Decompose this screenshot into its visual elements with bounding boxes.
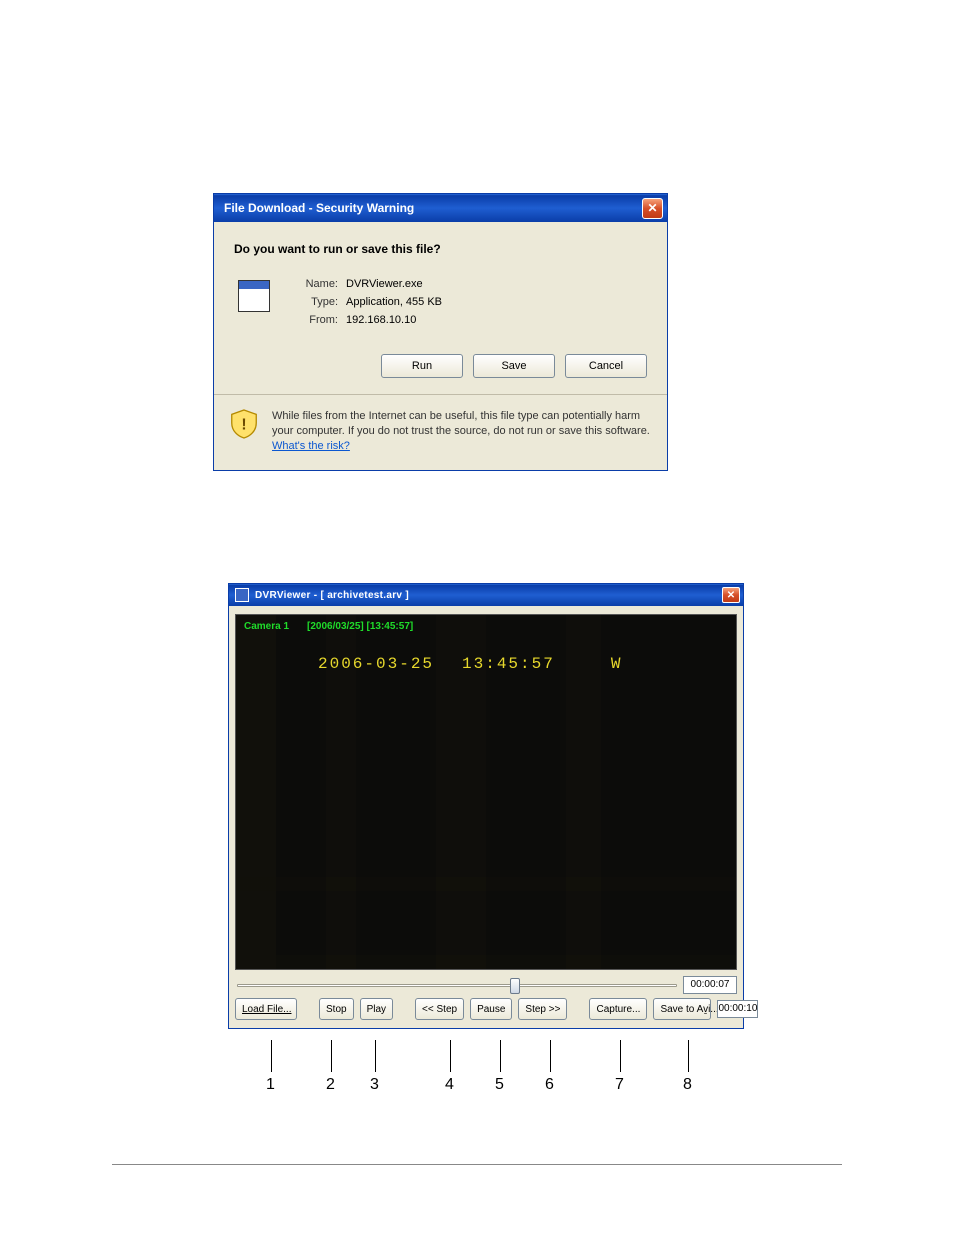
slider-thumb[interactable] [510,978,520,994]
osd-overlay: 2006-03-25 13:45:57 W [318,655,622,673]
file-download-dialog: File Download - Security Warning ✕ Do yo… [213,193,668,471]
save-button[interactable]: Save [473,354,555,378]
video-area: Camera 1 [2006/03/25] [13:45:57] 2006-03… [235,614,737,970]
close-button[interactable]: ✕ [722,587,740,603]
dialog-title: File Download - Security Warning [224,201,642,215]
viewer-title: DVRViewer - [ archivetest.arv ] [255,590,716,601]
step-back-button[interactable]: << Step [415,998,464,1020]
playback-slider[interactable] [235,976,679,994]
cancel-button[interactable]: Cancel [565,354,647,378]
viewer-titlebar[interactable]: DVRViewer - [ archivetest.arv ] ✕ [229,584,743,606]
osd-camera: Camera 1 [244,621,289,632]
capture-button[interactable]: Capture... [589,998,647,1020]
time-current: 00:00:07 [683,976,737,994]
dialog-titlebar[interactable]: File Download - Security Warning ✕ [214,194,667,222]
shield-warning-icon: ! [230,409,258,439]
osd-overlay-flag: W [611,655,623,673]
osd-overlay-date: 2006-03-25 [318,655,434,673]
dialog-warning-footer: ! While files from the Internet can be u… [214,394,667,470]
app-icon [235,588,249,602]
value-type: Application, 455 KB [346,296,442,308]
stop-button[interactable]: Stop [319,998,354,1020]
osd-timestamp: [2006/03/25] [13:45:57] [307,621,413,632]
close-button[interactable]: ✕ [642,198,663,219]
file-icon [238,280,270,312]
dialog-prompt: Do you want to run or save this file? [234,242,647,256]
load-file-button[interactable]: Load File... [235,998,297,1020]
play-button[interactable]: Play [360,998,393,1020]
close-icon: ✕ [647,201,657,215]
close-icon: ✕ [727,590,735,601]
step-forward-button[interactable]: Step >> [518,998,567,1020]
pause-button[interactable]: Pause [470,998,512,1020]
callout-annotations: 1 2 3 4 5 6 7 8 [228,1040,744,1100]
whats-the-risk-link[interactable]: What's the risk? [272,440,350,452]
time-total: 00:00:10 [717,1000,758,1018]
page-divider [112,1164,842,1165]
svg-text:!: ! [241,416,246,433]
dvrviewer-window: DVRViewer - [ archivetest.arv ] ✕ Camera… [228,583,744,1029]
value-name: DVRViewer.exe [346,278,442,290]
save-to-avi-button[interactable]: Save to Av̱i... [653,998,711,1020]
value-from: 192.168.10.10 [346,314,442,326]
dialog-body: Do you want to run or save this file? Na… [214,222,667,394]
osd-overlay-time: 13:45:57 [462,655,555,673]
label-name: Name: [288,278,338,290]
label-type: Type: [288,296,338,308]
warning-text: While files from the Internet can be use… [272,409,651,454]
run-button[interactable]: Run [381,354,463,378]
label-from: From: [288,314,338,326]
